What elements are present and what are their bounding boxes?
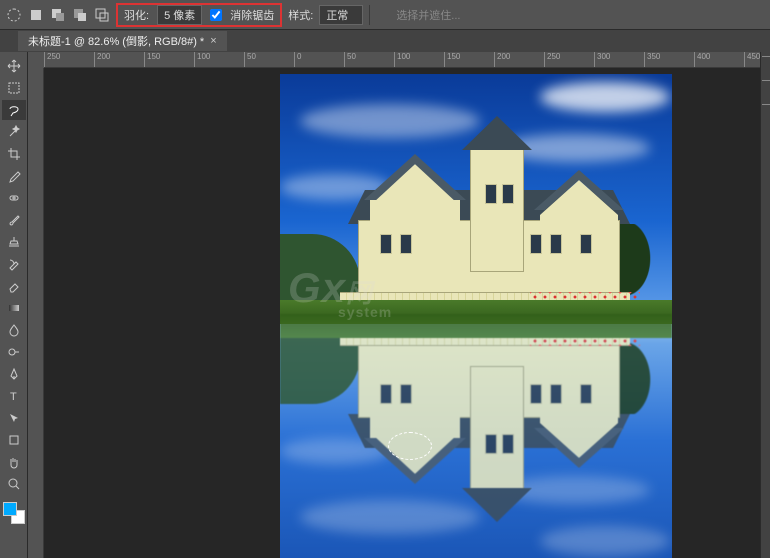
watermark: Gx网 system bbox=[288, 264, 392, 320]
image-content bbox=[540, 82, 670, 112]
divider bbox=[369, 5, 370, 25]
ruler-tick: 100 bbox=[394, 52, 444, 68]
panel-icon[interactable] bbox=[762, 80, 770, 100]
color-swatches[interactable] bbox=[3, 502, 25, 524]
style-label: 样式: bbox=[288, 7, 313, 23]
crop-tool-icon[interactable] bbox=[2, 144, 26, 164]
ruler-tick: 100 bbox=[194, 52, 244, 68]
ruler-tick: 250 bbox=[544, 52, 594, 68]
lasso-selection-marquee bbox=[388, 432, 432, 460]
blur-tool-icon[interactable] bbox=[2, 320, 26, 340]
image-content bbox=[300, 104, 480, 138]
eraser-tool-icon[interactable] bbox=[2, 276, 26, 296]
eyedropper-tool-icon[interactable] bbox=[2, 166, 26, 186]
options-bar: 羽化: 5 像素 消除锯齿 样式: 正常 选择并遮住... bbox=[0, 0, 770, 30]
ruler-tick: 0 bbox=[294, 52, 344, 68]
document-canvas[interactable]: Gx网 system bbox=[280, 74, 672, 558]
ruler-vertical bbox=[28, 68, 44, 558]
ruler-tick: 350 bbox=[644, 52, 694, 68]
panel-icon[interactable] bbox=[762, 56, 770, 76]
wand-tool-icon[interactable] bbox=[2, 122, 26, 142]
feather-value[interactable]: 5 像素 bbox=[157, 5, 202, 25]
stamp-tool-icon[interactable] bbox=[2, 232, 26, 252]
document-tab-title: 未标题-1 @ 82.6% (倒影, RGB/8#) * bbox=[28, 33, 204, 49]
close-icon[interactable]: × bbox=[210, 35, 216, 47]
ruler-tick: 300 bbox=[594, 52, 644, 68]
foreground-color-swatch[interactable] bbox=[3, 502, 17, 516]
ruler-tick: 50 bbox=[244, 52, 294, 68]
ruler-tick: 400 bbox=[694, 52, 744, 68]
antialias-label: 消除锯齿 bbox=[230, 7, 274, 23]
canvas-area[interactable]: Gx网 system bbox=[44, 68, 760, 558]
tool-preset-icon[interactable] bbox=[6, 7, 22, 23]
selection-add-icon[interactable] bbox=[50, 7, 66, 23]
dodge-tool-icon[interactable] bbox=[2, 342, 26, 362]
pen-tool-icon[interactable] bbox=[2, 364, 26, 384]
shape-tool-icon[interactable] bbox=[2, 430, 26, 450]
marquee-tool-icon[interactable] bbox=[2, 78, 26, 98]
zoom-tool-icon[interactable] bbox=[2, 474, 26, 494]
move-tool-icon[interactable] bbox=[2, 56, 26, 76]
selection-intersect-icon[interactable] bbox=[94, 7, 110, 23]
healing-tool-icon[interactable] bbox=[2, 188, 26, 208]
hand-tool-icon[interactable] bbox=[2, 452, 26, 472]
image-reflection bbox=[280, 322, 672, 558]
style-select[interactable]: 正常 bbox=[319, 5, 363, 25]
history-brush-icon[interactable] bbox=[2, 254, 26, 274]
ruler-tick: 150 bbox=[144, 52, 194, 68]
antialias-checkbox[interactable] bbox=[210, 9, 222, 21]
ruler-tick: 50 bbox=[344, 52, 394, 68]
ruler-horizontal: 2502001501005005010015020025030035040045… bbox=[44, 52, 770, 68]
feather-label: 羽化: bbox=[124, 7, 149, 23]
gradient-tool-icon[interactable] bbox=[2, 298, 26, 318]
svg-text:T: T bbox=[10, 391, 17, 403]
document-tab-bar: 未标题-1 @ 82.6% (倒影, RGB/8#) * × bbox=[0, 30, 770, 52]
brush-tool-icon[interactable] bbox=[2, 210, 26, 230]
toolbox: T bbox=[0, 52, 28, 558]
selection-subtract-icon[interactable] bbox=[72, 7, 88, 23]
panel-dock[interactable] bbox=[760, 52, 770, 558]
ruler-tick: 250 bbox=[44, 52, 94, 68]
ruler-tick: 200 bbox=[494, 52, 544, 68]
ruler-tick: 150 bbox=[444, 52, 494, 68]
path-select-icon[interactable] bbox=[2, 408, 26, 428]
ruler-tick: 200 bbox=[94, 52, 144, 68]
selection-new-icon[interactable] bbox=[28, 7, 44, 23]
panel-icon[interactable] bbox=[762, 104, 770, 124]
type-tool-icon[interactable]: T bbox=[2, 386, 26, 406]
highlighted-options: 羽化: 5 像素 消除锯齿 bbox=[116, 3, 282, 27]
refine-edge-button[interactable]: 选择并遮住... bbox=[396, 7, 460, 23]
document-tab[interactable]: 未标题-1 @ 82.6% (倒影, RGB/8#) * × bbox=[18, 31, 227, 51]
lasso-tool-icon[interactable] bbox=[2, 100, 26, 120]
